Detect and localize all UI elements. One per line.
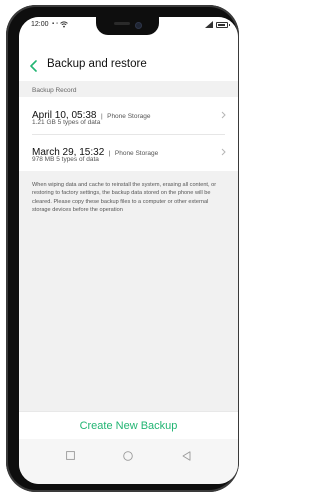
navigation-bar: [19, 439, 238, 484]
speaker-grille: [114, 22, 130, 25]
chevron-right-icon: [221, 111, 226, 119]
front-camera: [135, 22, 142, 29]
camera-notch: [96, 17, 159, 35]
circle-icon[interactable]: [123, 451, 133, 461]
square-icon[interactable]: [66, 451, 75, 460]
record-details: 978 MB 5 types of data: [32, 156, 99, 163]
record-size: 978 MB: [32, 156, 55, 163]
image-icon: ▪: [52, 21, 55, 27]
sim-icon: ▫: [56, 21, 59, 27]
app-header: Backup and restore: [19, 33, 238, 81]
bottom-action-bar: Create New Backup: [19, 411, 238, 440]
screen: 12:00 ▪ ▫ Backup and restore Backup Reco…: [19, 17, 238, 484]
backup-record-item[interactable]: March 29, 15:32 | Phone Storage 978 MB 5…: [19, 134, 238, 171]
record-separator: |: [108, 150, 111, 157]
status-icons: ▪ ▫: [52, 21, 69, 28]
backup-record-item[interactable]: April 10, 05:38 | Phone Storage 1.21 GB …: [19, 97, 238, 134]
signal-icon: [205, 21, 213, 28]
page-title: Backup and restore: [47, 58, 147, 70]
record-types: 5 types of data: [56, 156, 99, 163]
backup-record-list: April 10, 05:38 | Phone Storage 1.21 GB …: [19, 97, 238, 171]
phone-body: 12:00 ▪ ▫ Backup and restore Backup Reco…: [6, 5, 239, 492]
battery-icon: [216, 21, 230, 28]
record-types: 5 types of data: [57, 119, 101, 126]
status-right: [205, 21, 230, 28]
record-size: 1.21 GB: [32, 119, 56, 126]
back-arrow-icon[interactable]: [29, 60, 38, 72]
triangle-back-icon[interactable]: [182, 451, 191, 461]
backup-notice: When wiping data and cache to reinstall …: [32, 182, 217, 214]
status-time: 12:00: [31, 21, 49, 28]
create-new-backup-button[interactable]: Create New Backup: [19, 412, 238, 440]
record-location: Phone Storage: [114, 150, 159, 157]
record-details: 1.21 GB 5 types of data: [32, 119, 100, 126]
wifi-icon: [60, 21, 69, 28]
battery-level: [218, 23, 225, 26]
record-separator: |: [100, 113, 103, 120]
device-frame: 12:00 ▪ ▫ Backup and restore Backup Reco…: [0, 0, 244, 496]
section-label: Backup Record: [32, 87, 77, 94]
chevron-right-icon: [221, 148, 226, 156]
record-location: Phone Storage: [107, 113, 151, 120]
